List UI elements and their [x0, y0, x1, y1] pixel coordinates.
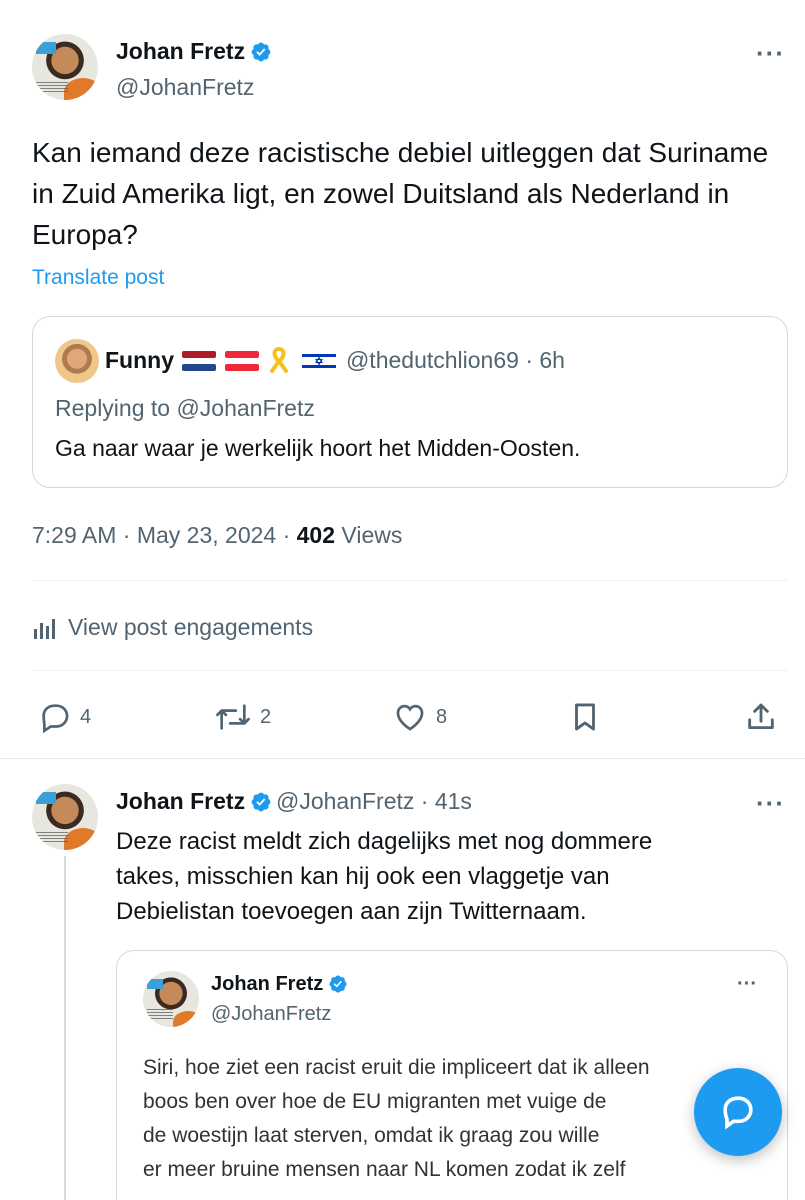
divider [0, 758, 805, 759]
quoted-handle-time: @thedutchlion69 · 6h [345, 347, 565, 373]
embedded-text: Siri, hoe ziet een racist eruit die impl… [143, 1051, 787, 1187]
ribbon-icon [270, 346, 289, 373]
view-engagements[interactable]: View post engagements [32, 614, 313, 641]
embedded-image[interactable]: Johan Fretz @JohanFretz ··· Siri, hoe zi… [116, 950, 788, 1200]
reply-icon [42, 704, 69, 734]
verified-badge-icon [251, 792, 270, 812]
repost-icon [216, 704, 250, 730]
repost-count: 2 [260, 705, 272, 728]
view-engagements-label: View post engagements [68, 614, 314, 640]
author-name[interactable]: Johan Fretz [116, 38, 245, 64]
embedded-author-name: Johan Fretz [211, 973, 324, 995]
embedded-handle: @JohanFretz [211, 1003, 332, 1025]
verified-badge-icon [251, 42, 270, 62]
divider [32, 580, 788, 581]
embedded-text-line: de woestijn laat sterven, omdat ik graag… [143, 1124, 600, 1147]
author-avatar[interactable] [32, 34, 98, 100]
embedded-text-line: boos ben over hoe de EU migranten met vu… [143, 1090, 607, 1113]
embedded-text-line: er meer bruine mensen naar NL komen zoda… [143, 1158, 626, 1181]
quoted-author-name: Funny [105, 347, 174, 373]
author-handle[interactable]: @JohanFretz [116, 74, 254, 101]
verified-badge-icon [329, 975, 347, 993]
bookmark-icon [575, 703, 595, 731]
divider [32, 670, 788, 671]
share-button[interactable] [744, 700, 778, 739]
quoted-author-avatar [55, 339, 99, 383]
timestamp[interactable]: 7:29 AM · May 23, 2024 · [32, 522, 297, 548]
post-text: Kan iemand deze racistische debiel uitle… [32, 137, 769, 250]
views-label: Views [335, 522, 403, 548]
embedded-text-line: Siri, hoe ziet een racist eruit die impl… [143, 1056, 650, 1079]
like-count: 8 [436, 705, 448, 728]
like-button[interactable]: 8 [392, 700, 447, 734]
thread-line [64, 856, 66, 1200]
views-count: 402 [296, 522, 336, 548]
post-meta: 7:29 AM · May 23, 2024 · 402 Views [32, 522, 402, 549]
reply-author-name[interactable]: Johan Fretz [116, 788, 245, 814]
analytics-icon [34, 618, 55, 639]
israel-flag-icon [301, 351, 336, 371]
quoted-header: Funny @thedutchlion69 · 6h [105, 346, 565, 374]
embedded-header: Johan Fretz [211, 973, 348, 996]
bookmark-button[interactable] [568, 700, 602, 739]
replying-to[interactable]: Replying to @JohanFretz [55, 395, 315, 422]
more-icon[interactable]: ··· [756, 38, 785, 69]
author-name-row[interactable]: Johan Fretz [116, 38, 272, 65]
compose-button[interactable] [694, 1068, 782, 1156]
quoted-text: Ga naar waar je werkelijk hoort het Midd… [55, 435, 581, 461]
reply-count: 4 [80, 705, 92, 728]
more-icon: ··· [737, 973, 757, 995]
netherlands-flag-icon [182, 351, 217, 371]
more-icon[interactable]: ··· [756, 788, 785, 819]
repost-button[interactable]: 2 [214, 700, 271, 734]
reply-button[interactable]: 4 [38, 700, 91, 734]
compose-icon [723, 1096, 753, 1130]
reply-author-avatar[interactable] [32, 784, 98, 850]
embedded-avatar [143, 971, 199, 1027]
reply-handle-time[interactable]: @JohanFretz · 41s [276, 788, 472, 814]
share-icon [748, 703, 774, 730]
translate-link[interactable]: Translate post [32, 266, 164, 290]
reply-header: Johan Fretz @JohanFretz · 41s [116, 788, 472, 815]
like-icon [396, 704, 424, 731]
reply-text: Deze racist meldt zich dagelijks met nog… [116, 828, 653, 925]
quoted-post[interactable]: Funny @thedutchlion69 · 6h Replying to @… [32, 316, 788, 488]
austria-flag-icon [224, 351, 259, 371]
